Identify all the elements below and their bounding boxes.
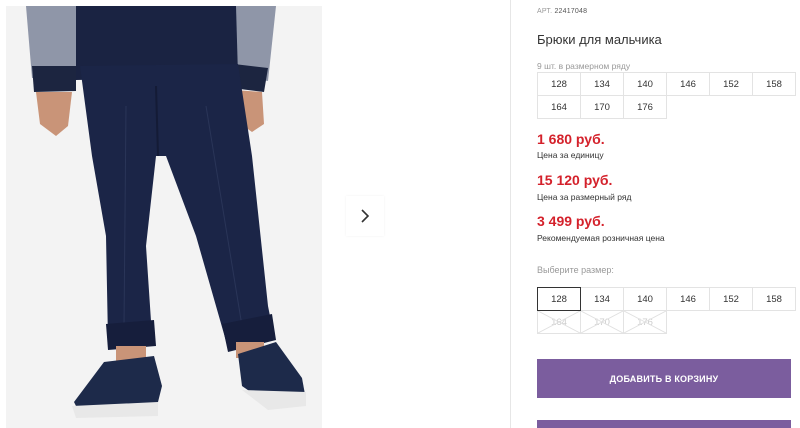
size-option[interactable]: 146 [666, 287, 710, 311]
size-option-unavailable: 170 [580, 310, 624, 334]
chevron-right-icon [361, 209, 370, 223]
size-option[interactable]: 158 [752, 287, 796, 311]
size-option[interactable]: 134 [580, 287, 624, 311]
size-row-cell: 158 [752, 72, 796, 96]
article-number: 22417048 [554, 8, 588, 15]
product-gallery [0, 0, 510, 428]
article-line: АРТ. 22417048 [537, 8, 587, 15]
size-row-price-label: Цена за размерный ряд [537, 192, 632, 202]
size-row-cell: 164 [537, 95, 581, 119]
product-title: Брюки для мальчика [537, 32, 662, 47]
article-label: АРТ. [537, 8, 553, 15]
size-option-unavailable: 176 [623, 310, 667, 334]
next-image-button[interactable] [346, 196, 384, 236]
size-row-cell: 170 [580, 95, 624, 119]
secondary-action-button[interactable] [537, 420, 791, 428]
size-row-cell: 134 [580, 72, 624, 96]
size-row-cell: 146 [666, 72, 710, 96]
cross-out-icon [624, 311, 666, 333]
size-row-cell: 128 [537, 72, 581, 96]
size-option-unavailable: 164 [537, 310, 581, 334]
size-row-cell: 152 [709, 72, 753, 96]
retail-price: 3 499 руб. [537, 213, 605, 229]
cross-out-icon [538, 311, 580, 333]
size-option[interactable]: 152 [709, 287, 753, 311]
boy-trousers-image [6, 6, 322, 428]
size-option-selected[interactable]: 128 [537, 287, 581, 311]
size-row-grid: 128 134 140 146 152 158 164 170 176 [537, 72, 796, 119]
cross-out-icon [581, 311, 623, 333]
product-photo [6, 6, 322, 428]
size-option[interactable]: 140 [623, 287, 667, 311]
divider [510, 0, 511, 428]
choose-size-label: Выберите размер: [537, 265, 614, 275]
size-row-cell: 176 [623, 95, 667, 119]
retail-price-label: Рекомендуемая розничная цена [537, 233, 665, 243]
size-row-cell: 140 [623, 72, 667, 96]
size-selector: 128 134 140 146 152 158 164 170 176 [537, 287, 796, 334]
unit-price-label: Цена за единицу [537, 150, 604, 160]
size-row-price: 15 120 руб. [537, 172, 613, 188]
size-count-text: 9 шт. в размерном ряду [537, 61, 631, 71]
add-to-cart-button[interactable]: ДОБАВИТЬ В КОРЗИНУ [537, 359, 791, 398]
unit-price: 1 680 руб. [537, 131, 605, 147]
